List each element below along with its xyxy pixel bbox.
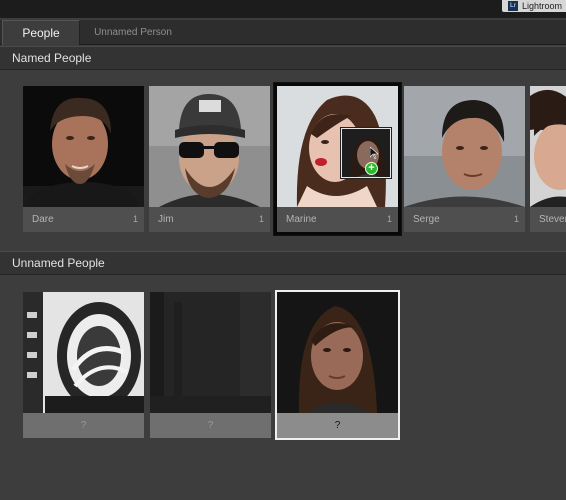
person-label: Serge 1 — [404, 207, 525, 232]
cursor-arrow-icon — [370, 147, 378, 159]
photo-count: 1 — [258, 214, 264, 224]
person-card-jim[interactable]: Jim 1 — [149, 86, 270, 232]
person-thumbnail — [23, 86, 144, 207]
tab-unnamed-person[interactable]: Unnamed Person — [84, 20, 182, 45]
photo-count: 1 — [132, 214, 138, 224]
person-name[interactable]: Steven — [539, 207, 566, 232]
person-label: Steven — [530, 207, 566, 232]
person-name[interactable]: Dare — [32, 207, 54, 232]
person-name[interactable]: Serge — [413, 207, 440, 232]
window-top-strip: Lr Lightroom — [0, 0, 566, 18]
unnamed-person-card[interactable]: ? — [150, 292, 271, 438]
person-label: Jim 1 — [149, 207, 270, 232]
person-card-steven[interactable]: Steven — [530, 86, 566, 232]
tab-people[interactable]: People — [2, 20, 80, 45]
person-thumbnail — [23, 292, 144, 413]
person-card-dare[interactable]: Dare 1 — [23, 86, 144, 232]
tab-bar: People Unnamed Person — [0, 20, 566, 45]
photo-count: 1 — [386, 214, 392, 224]
person-thumbnail — [404, 86, 525, 207]
add-plus-icon: + — [365, 162, 378, 175]
person-name[interactable]: Jim — [158, 207, 174, 232]
person-label[interactable]: ? — [150, 413, 271, 438]
person-name[interactable]: Marine — [286, 207, 317, 232]
app-badge: Lr Lightroom — [501, 0, 566, 12]
person-label[interactable]: ? — [23, 413, 144, 438]
lightroom-icon: Lr — [507, 1, 518, 11]
person-thumbnail — [150, 292, 271, 413]
person-thumbnail — [277, 292, 398, 413]
app-name: Lightroom — [521, 1, 562, 11]
person-thumbnail: + — [277, 86, 398, 207]
person-thumbnail — [149, 86, 270, 207]
person-thumbnail — [530, 86, 566, 207]
person-card-serge[interactable]: Serge 1 — [404, 86, 525, 232]
photo-count: 1 — [513, 214, 519, 224]
unnamed-person-card-active[interactable]: ? — [275, 290, 400, 440]
named-people-header: Named People — [0, 46, 566, 70]
person-label[interactable]: ? — [277, 413, 398, 438]
person-label: Marine 1 — [277, 207, 398, 232]
unnamed-people-header: Unnamed People — [0, 251, 566, 275]
person-card-marine[interactable]: + Marine 1 — [274, 83, 401, 235]
person-label: Dare 1 — [23, 207, 144, 232]
unnamed-person-card[interactable]: ? — [23, 292, 144, 438]
